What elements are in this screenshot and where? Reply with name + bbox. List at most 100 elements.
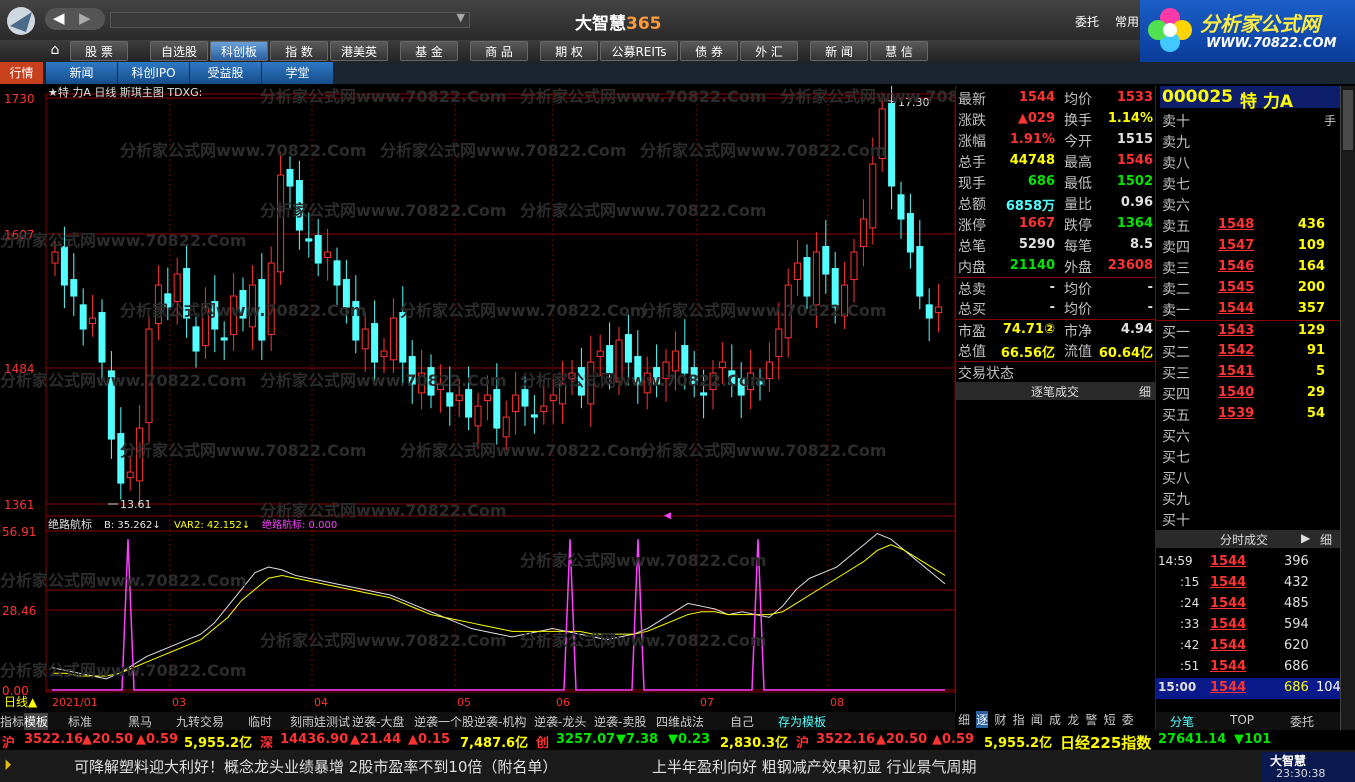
- nav-4[interactable]: 港美英: [330, 41, 388, 61]
- app-title: 大智慧365: [575, 14, 662, 34]
- nav-3[interactable]: 指 数: [270, 41, 328, 61]
- play-icon[interactable]: ▶: [1301, 531, 1310, 545]
- book-volume: 54: [1306, 406, 1325, 421]
- indicator-tab-11[interactable]: 逆袭-卖股: [594, 713, 646, 730]
- quote-tab-6[interactable]: 龙: [1067, 711, 1079, 728]
- book-row[interactable]: 卖二 1545 200: [1156, 278, 1341, 299]
- book-tab-1[interactable]: TOP: [1230, 713, 1254, 727]
- watermark: 分析家公式网www.70822.Com: [400, 441, 647, 460]
- nav-8[interactable]: 公募REITs: [600, 41, 678, 61]
- book-row[interactable]: 买二 1542 91: [1156, 341, 1341, 362]
- indicator-tab-6[interactable]: 刻雨娃测试: [290, 713, 350, 730]
- book-row[interactable]: 卖六: [1156, 194, 1341, 215]
- kline-chart[interactable]: 1730 1607 1484 1361 56.91 28.46 0.00 17.30 13.61…: [0, 80, 1027, 712]
- book-tab-2[interactable]: 委托: [1290, 713, 1314, 730]
- book-row[interactable]: 买七: [1156, 446, 1341, 467]
- book-level: 卖六: [1162, 198, 1190, 214]
- book-row[interactable]: 卖三 1546 164: [1156, 257, 1341, 278]
- nav-6[interactable]: 商 品: [470, 41, 528, 61]
- forward-arrow-icon[interactable]: ▶: [79, 9, 91, 27]
- nav-12[interactable]: 慧 信: [870, 41, 928, 61]
- book-row[interactable]: 买三 1541 5: [1156, 362, 1341, 383]
- book-row[interactable]: 卖四 1547 109: [1156, 236, 1341, 257]
- quote-label: 今开: [1064, 134, 1092, 150]
- subnav-4[interactable]: 学堂: [262, 62, 334, 84]
- quote-row: 涨跌 ▲029 换手 1.14%: [956, 109, 1155, 130]
- nav-10[interactable]: 外 汇: [740, 41, 798, 61]
- stock-code-header: 000025 特 力A: [1160, 86, 1340, 112]
- indicator-tab-8[interactable]: 逆袭一个股: [414, 713, 474, 730]
- book-row[interactable]: 卖十: [1156, 110, 1341, 131]
- indicator-tab-13[interactable]: 自己: [730, 713, 754, 730]
- subnav-2[interactable]: 科创IPO: [118, 62, 190, 84]
- back-forward-button[interactable]: ◀ ▶: [45, 8, 105, 30]
- book-row[interactable]: 买九: [1156, 488, 1341, 509]
- quote-tab-2[interactable]: 财: [994, 711, 1006, 728]
- news-headline-1[interactable]: 可降解塑料迎大利好！概念龙头业绩暴增 2股市盈率不到10倍（附名单）: [74, 756, 557, 777]
- indicator-tab-12[interactable]: 四维战法: [656, 713, 704, 730]
- trade-price: 1544: [1210, 617, 1247, 632]
- subnav-1[interactable]: 新闻: [46, 62, 118, 84]
- book-row[interactable]: 卖八: [1156, 152, 1341, 173]
- quote-tab-0[interactable]: 细: [958, 711, 970, 728]
- quote-value: 1502: [1116, 174, 1153, 189]
- subnav-0[interactable]: 行情: [0, 62, 44, 84]
- indicator-tab-14[interactable]: 存为模板: [778, 713, 826, 730]
- book-level: 卖五: [1162, 219, 1190, 235]
- indicator-tab-9[interactable]: 逆袭-机构: [474, 713, 526, 730]
- indicator-tab-2[interactable]: 标准: [68, 713, 92, 730]
- subnav-3[interactable]: 受益股: [190, 62, 262, 84]
- nav-7[interactable]: 期 权: [540, 41, 598, 61]
- indicator-tab-4[interactable]: 九转交易: [176, 713, 224, 730]
- book-row[interactable]: 卖九: [1156, 131, 1341, 152]
- quote-tab-5[interactable]: 成: [1049, 711, 1061, 728]
- tick-detail-button[interactable]: 细: [1139, 383, 1151, 400]
- book-row[interactable]: 卖一 1544 357: [1156, 299, 1341, 320]
- nav-0[interactable]: 股 票: [70, 41, 128, 61]
- watermark: 分析家公式网www.70822.Com: [260, 631, 507, 650]
- quote-tab-1[interactable]: 逐: [976, 711, 989, 728]
- quote-tab-3[interactable]: 指: [1013, 711, 1025, 728]
- dropdown-chevron-icon[interactable]: ▼: [457, 11, 465, 24]
- book-level: 卖四: [1162, 240, 1190, 256]
- nav-9[interactable]: 债 券: [680, 41, 738, 61]
- book-price: 1542: [1218, 343, 1255, 358]
- quote-tab-9[interactable]: 委: [1122, 711, 1134, 728]
- book-row[interactable]: 买八: [1156, 467, 1341, 488]
- time-detail-button[interactable]: 细: [1320, 531, 1332, 548]
- back-arrow-icon[interactable]: ◀: [53, 9, 65, 27]
- chart-svg[interactable]: 173016071484136156.9128.460.0017.3013.61…: [0, 80, 1027, 712]
- quote-tab-8[interactable]: 短: [1104, 711, 1116, 728]
- indicator-tab-5[interactable]: 临时: [248, 713, 272, 730]
- vertical-scrollbar[interactable]: [1340, 86, 1355, 730]
- quote-tab-4[interactable]: 闻: [1031, 711, 1043, 728]
- book-row[interactable]: 买四 1540 29: [1156, 383, 1341, 404]
- entrust-link[interactable]: 委托: [1075, 13, 1099, 30]
- nav-11[interactable]: 新 闻: [810, 41, 868, 61]
- book-tab-0[interactable]: 分笔: [1170, 713, 1194, 730]
- indicator-tab-0[interactable]: 指标: [0, 713, 24, 730]
- period-label[interactable]: 日线▲: [4, 695, 38, 709]
- candle: [371, 323, 379, 363]
- common-link[interactable]: 常用: [1115, 13, 1139, 30]
- watermark: 分析家公式网www.70822.Com: [260, 501, 507, 520]
- quote-tab-7[interactable]: 警: [1085, 711, 1097, 728]
- news-headline-2[interactable]: 上半年盈利向好 粗钢减产效果初显 行业景气周期: [652, 756, 977, 777]
- indicator-tab-10[interactable]: 逆袭-龙头: [534, 713, 586, 730]
- home-icon[interactable]: ⌂: [44, 42, 66, 60]
- indicator-tab-3[interactable]: 黑马: [128, 713, 152, 730]
- ad-logo-banner[interactable]: 分析家公式网 WWW.70822.COM: [1140, 0, 1355, 62]
- book-price: 1547: [1218, 238, 1255, 253]
- book-row[interactable]: 买五 1539 54: [1156, 404, 1341, 425]
- nav-2[interactable]: 科创板: [210, 41, 268, 61]
- indicator-tab-7[interactable]: 逆袭-大盘: [352, 713, 404, 730]
- indicator-tab-1[interactable]: 模板: [24, 713, 49, 730]
- address-bar[interactable]: ▼: [110, 11, 470, 28]
- book-row[interactable]: 买六: [1156, 425, 1341, 446]
- nav-1[interactable]: 自选股: [150, 41, 208, 61]
- book-row[interactable]: 买十: [1156, 509, 1341, 530]
- book-row[interactable]: 买一 1543 129: [1156, 320, 1341, 341]
- book-row[interactable]: 卖七: [1156, 173, 1341, 194]
- nav-5[interactable]: 基 金: [400, 41, 458, 61]
- book-row[interactable]: 卖五 1548 436: [1156, 215, 1341, 236]
